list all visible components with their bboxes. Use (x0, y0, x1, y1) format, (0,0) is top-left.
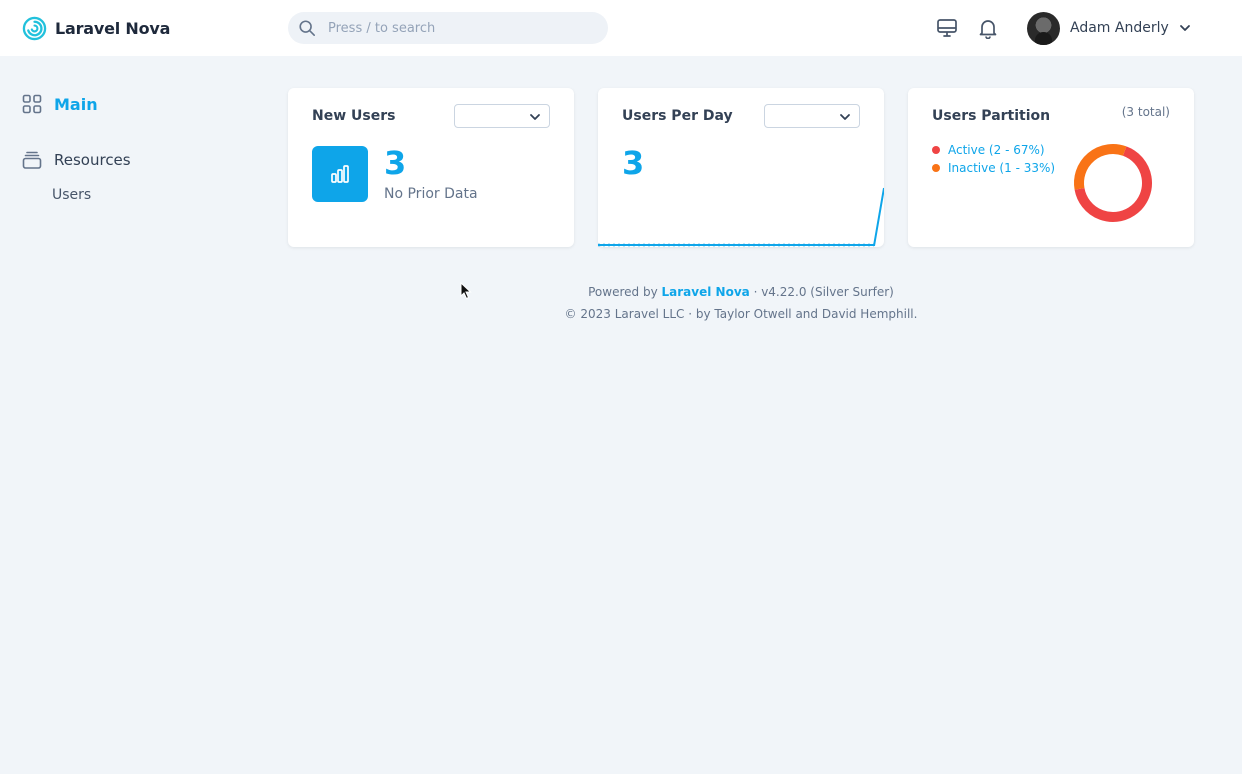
database-icon (22, 151, 42, 169)
footer-copyright: © 2023 Laravel LLC · by Taylor Otwell an… (564, 307, 918, 321)
legend-label: Active (2 - 67%) (948, 143, 1045, 157)
legend-item: Active (2 - 67%) (932, 141, 1055, 159)
users-per-day-card: Users Per Day 3 (598, 88, 884, 247)
card-title: Users Per Day (622, 108, 733, 124)
donut-slice-1 (1074, 144, 1127, 190)
global-search[interactable] (288, 12, 608, 44)
card-title: Users Partition (932, 108, 1051, 124)
nova-logo-icon (22, 16, 47, 41)
sidebar-item-main[interactable]: Main (22, 94, 98, 114)
metric-note: No Prior Data (384, 186, 478, 202)
search-input[interactable] (328, 12, 598, 44)
legend-dot (932, 164, 940, 172)
range-select[interactable] (454, 104, 550, 128)
user-menu[interactable]: Adam Anderly (1027, 11, 1191, 45)
top-bar: Laravel Nova Adam Anderly (0, 0, 1242, 56)
users-partition-card: Users Partition (3 total) Active (2 - 67… (908, 88, 1194, 247)
sidebar-item-users[interactable]: Users (52, 187, 91, 203)
footer-powered: Powered by Laravel Nova · v4.22.0 (Silve… (588, 285, 894, 299)
chart-bar-icon (312, 146, 368, 202)
bell-icon[interactable] (977, 17, 999, 39)
trend-line-chart (598, 187, 884, 247)
partition-donut-chart (1074, 144, 1152, 222)
metric-value: 3 (384, 144, 407, 182)
brand[interactable]: Laravel Nova (22, 16, 170, 41)
sidebar: Main Resources Users (0, 56, 260, 774)
app-name: Laravel Nova (55, 19, 171, 38)
legend-dot (932, 146, 940, 154)
resources-heading: Resources (54, 151, 131, 169)
search-icon (299, 20, 316, 37)
sidebar-item-label: Main (54, 94, 98, 114)
sidebar-section-resources: Resources (22, 150, 131, 170)
range-select[interactable] (764, 104, 860, 128)
monitor-icon[interactable] (936, 17, 958, 39)
grid-icon (22, 94, 42, 114)
avatar (1027, 11, 1060, 45)
mouse-cursor-icon (460, 282, 472, 300)
partition-total: (3 total) (1121, 105, 1170, 119)
chevron-down-icon (1179, 25, 1190, 31)
chevron-down-icon (840, 114, 850, 120)
partition-legend: Active (2 - 67%) Inactive (1 - 33%) (932, 141, 1055, 177)
card-title: New Users (312, 108, 396, 124)
new-users-card: New Users 3 No Prior Data (288, 88, 574, 247)
footer: Powered by Laravel Nova · v4.22.0 (Silve… (288, 281, 1194, 325)
trend-series-line (598, 187, 884, 246)
legend-label: Inactive (1 - 33%) (948, 161, 1056, 175)
user-name: Adam Anderly (1070, 20, 1169, 36)
legend-item: Inactive (1 - 33%) (932, 159, 1055, 177)
metric-value: 3 (622, 144, 645, 182)
nova-link[interactable]: Laravel Nova (662, 285, 750, 299)
chevron-down-icon (530, 114, 540, 120)
